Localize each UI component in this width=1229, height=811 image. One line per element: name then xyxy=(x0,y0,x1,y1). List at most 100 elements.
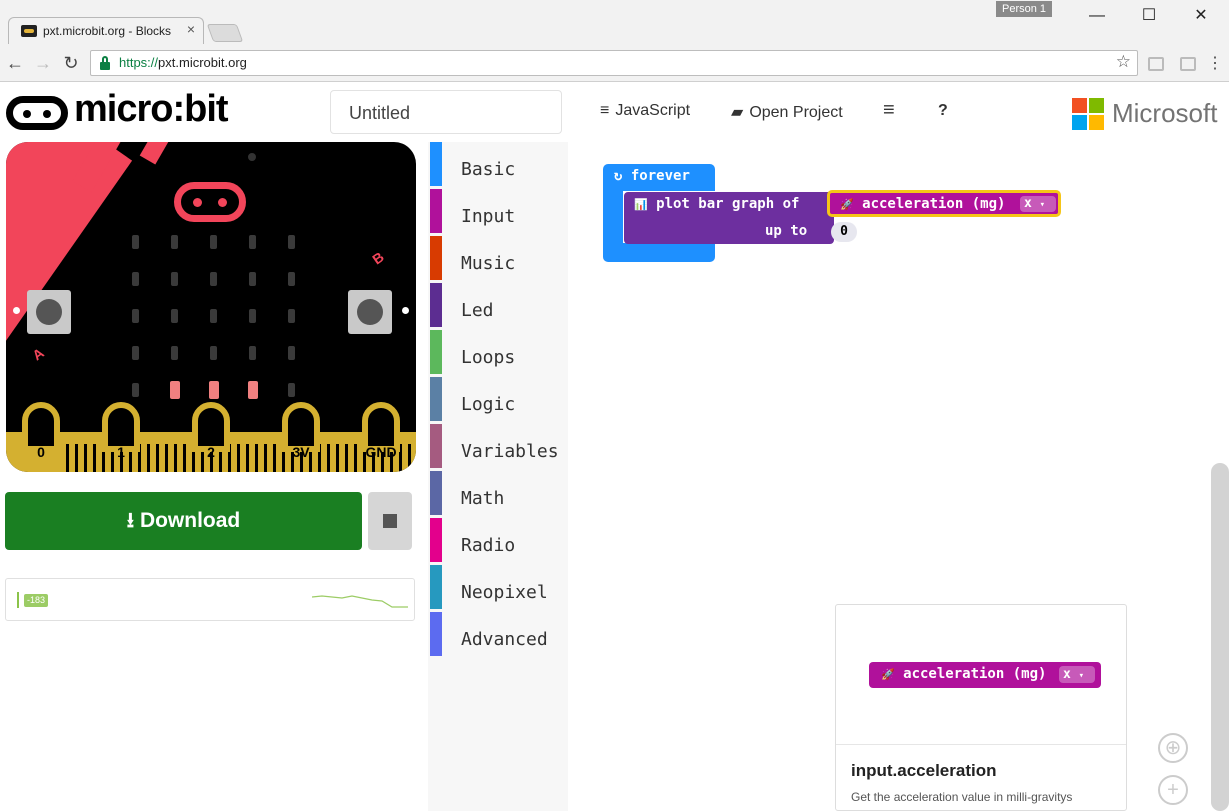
stop-simulator-button[interactable] xyxy=(368,492,412,550)
edge-tooth xyxy=(408,444,411,472)
zoom-in-icon[interactable]: + xyxy=(1158,775,1188,805)
help-card: 🚀 acceleration (mg) x ▾ input.accelerati… xyxy=(835,604,1127,811)
extension-icon[interactable] xyxy=(1148,57,1164,71)
edge-tooth xyxy=(354,444,357,472)
help-button[interactable]: ? xyxy=(938,102,948,120)
help-acceleration-block: 🚀 acceleration (mg) x ▾ xyxy=(869,662,1101,688)
microbit-simulator[interactable]: A B 0 1 2 3V GND xyxy=(6,142,416,472)
address-bar[interactable]: https://pxt.microbit.org ☆ xyxy=(90,50,1138,76)
edge-tooth xyxy=(183,444,186,472)
open-project-button[interactable]: ▰ Open Project xyxy=(731,102,843,122)
download-icon: ⭳ xyxy=(126,509,135,532)
led xyxy=(170,381,180,399)
toolbox-category-led[interactable]: Led xyxy=(430,283,568,327)
led xyxy=(210,235,217,249)
microsoft-logo-text: Microsoft xyxy=(1112,98,1218,128)
board-logo-icon xyxy=(174,182,246,222)
microbit-logo-icon[interactable] xyxy=(6,96,68,130)
toolbox-category-advanced[interactable]: Advanced xyxy=(430,612,568,656)
browser-tab[interactable]: pxt.microbit.org - Blocks × xyxy=(8,17,204,44)
board-stripe xyxy=(6,142,133,407)
toolbox-category-logic[interactable]: Logic xyxy=(430,377,568,421)
toolbox-category-math[interactable]: Math xyxy=(430,471,568,515)
serial-value-badge: -183 xyxy=(24,594,49,607)
category-color-swatch xyxy=(430,424,442,468)
help-description: Get the acceleration value in milli-grav… xyxy=(851,790,1073,804)
edge-tooth xyxy=(174,444,177,472)
up-to-value-input[interactable]: 0 xyxy=(831,222,857,242)
microbit-logo-text[interactable]: micro:bit xyxy=(74,88,229,131)
toolbox-category-basic[interactable]: Basic xyxy=(430,142,568,186)
toolbox-category-loops[interactable]: Loops xyxy=(430,330,568,374)
cast-extension-icon[interactable] xyxy=(1180,57,1196,71)
workspace-scrollbar[interactable] xyxy=(1211,463,1229,811)
toolbox-category-variables[interactable]: Variables xyxy=(430,424,568,468)
led xyxy=(248,381,258,399)
led xyxy=(210,346,217,360)
category-label: Led xyxy=(461,300,494,321)
plot-bar-graph-label: 📊 plot bar graph of xyxy=(634,196,800,212)
pin-label: 0 xyxy=(37,444,45,460)
led xyxy=(171,309,178,323)
led xyxy=(171,346,178,360)
url-text: https://pxt.microbit.org xyxy=(119,55,247,70)
toolbox-category-music[interactable]: Music xyxy=(430,236,568,280)
bookmark-star-icon[interactable]: ☆ xyxy=(1116,52,1131,72)
new-tab-button[interactable] xyxy=(206,24,244,42)
led xyxy=(210,272,217,286)
edge-tooth xyxy=(327,444,330,472)
led xyxy=(288,383,295,397)
edge-tooth xyxy=(84,444,87,472)
hamburger-menu-icon[interactable]: ≡ xyxy=(883,99,895,122)
category-color-swatch xyxy=(430,612,442,656)
category-color-swatch xyxy=(430,377,442,421)
maximize-button[interactable]: ☐ xyxy=(1134,4,1164,28)
category-label: Input xyxy=(461,206,516,227)
edge-tooth xyxy=(165,444,168,472)
javascript-button[interactable]: ≡ JavaScript xyxy=(600,102,690,120)
browser-menu-icon[interactable]: ⋮ xyxy=(1207,53,1223,73)
download-label: Download xyxy=(139,509,241,532)
edge-tooth xyxy=(237,444,240,472)
tab-close-icon[interactable]: × xyxy=(187,21,195,37)
led xyxy=(249,272,256,286)
minimize-button[interactable]: — xyxy=(1082,4,1112,28)
toolbox-category-neopixel[interactable]: Neopixel xyxy=(430,565,568,609)
category-label: Loops xyxy=(461,347,516,368)
led xyxy=(132,346,139,360)
button-b[interactable] xyxy=(348,290,392,334)
back-arrow-icon[interactable]: ← xyxy=(4,52,26,74)
led xyxy=(171,272,178,286)
rocket-icon: 🚀 xyxy=(881,668,895,681)
project-name-input[interactable]: Untitled xyxy=(330,90,562,134)
toolbox: Basic Input Music Led Loops Logic Variables Mat… xyxy=(428,142,568,811)
edge-tooth xyxy=(255,444,258,472)
serial-chart[interactable]: -183 xyxy=(5,578,415,621)
edge-tooth xyxy=(156,444,159,472)
led xyxy=(288,309,295,323)
close-window-button[interactable]: ✕ xyxy=(1186,4,1216,28)
pin-label: GND xyxy=(365,444,397,460)
category-label: Logic xyxy=(461,394,516,415)
led xyxy=(209,381,219,399)
help-title: input.acceleration xyxy=(851,761,997,780)
led xyxy=(132,272,139,286)
led xyxy=(132,383,139,397)
forward-arrow-icon[interactable]: → xyxy=(32,52,54,74)
tab-title: pxt.microbit.org - Blocks xyxy=(43,24,172,38)
recenter-icon[interactable]: ⊕ xyxy=(1158,733,1188,763)
button-a[interactable] xyxy=(27,290,71,334)
download-button[interactable]: ⭳ Download xyxy=(5,492,362,550)
edge-tooth xyxy=(345,444,348,472)
board-stripe xyxy=(139,142,171,165)
profile-badge[interactable]: Person 1 xyxy=(996,1,1052,17)
category-color-swatch xyxy=(430,471,442,515)
acceleration-block[interactable]: 🚀 acceleration (mg) x ▾ xyxy=(827,190,1061,217)
led xyxy=(249,309,256,323)
category-color-swatch xyxy=(430,330,442,374)
axis-dropdown[interactable]: x ▾ xyxy=(1020,196,1056,212)
toolbox-category-radio[interactable]: Radio xyxy=(430,518,568,562)
forever-block-label: ↻ forever xyxy=(614,168,690,184)
reload-icon[interactable]: ↻ xyxy=(60,52,82,74)
toolbox-category-input[interactable]: Input xyxy=(430,189,568,233)
